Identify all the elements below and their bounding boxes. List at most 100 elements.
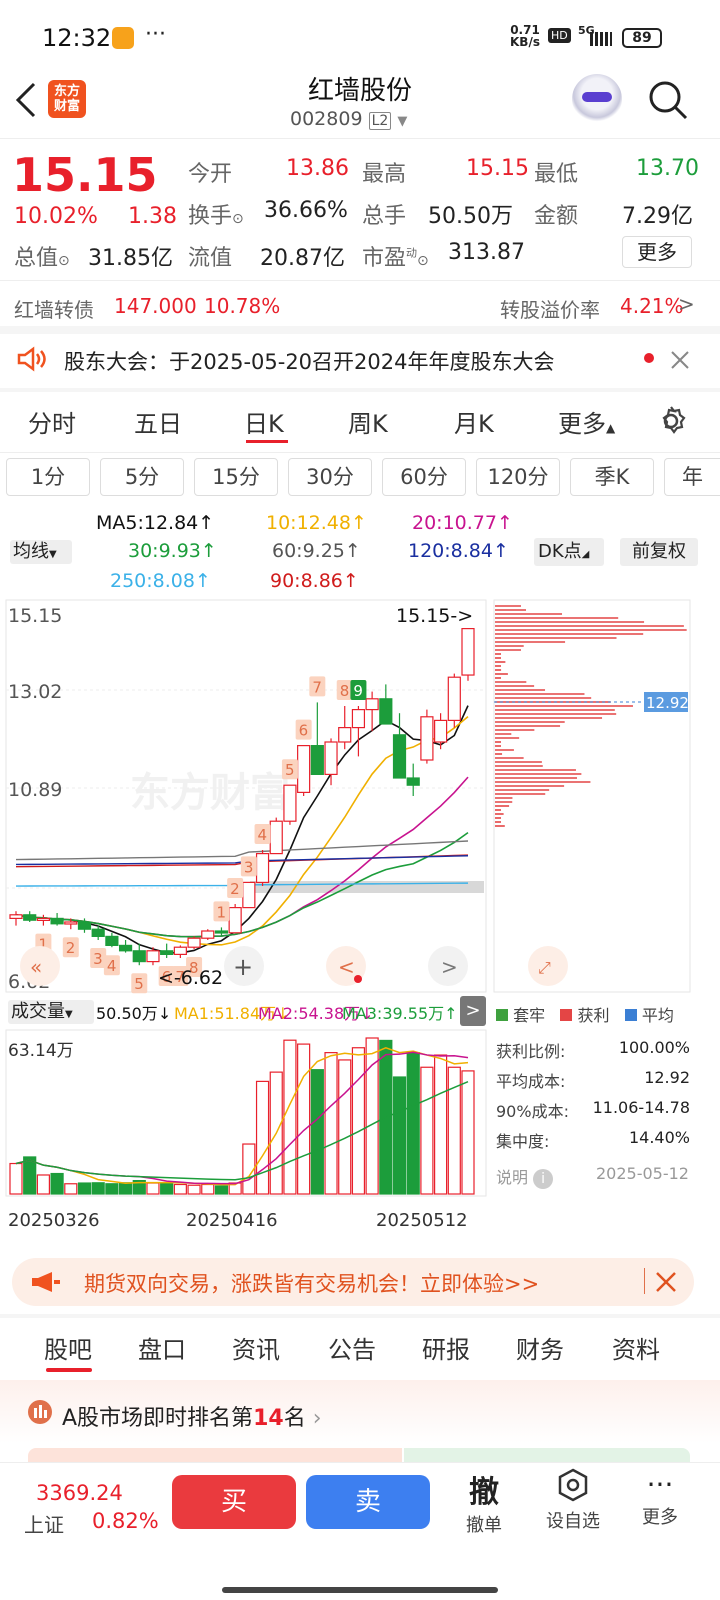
period-year[interactable]: 年 — [664, 458, 720, 496]
caret-down-icon: ▼ — [65, 1009, 73, 1020]
tab-orderbook[interactable]: 盘口 — [138, 1330, 186, 1365]
rank-card[interactable]: A股市场即时排名第14名 › — [0, 1380, 720, 1470]
ma5-value: MA5:12.84↑ — [96, 512, 215, 534]
candle-body — [338, 727, 352, 743]
sell-button[interactable]: 卖 — [306, 1475, 430, 1529]
date-mid: 20250416 — [186, 1210, 278, 1231]
collapse-chip-button[interactable]: > — [460, 996, 486, 1026]
signal-bars-icon — [590, 32, 612, 46]
info-icon[interactable]: ⊙ — [417, 253, 429, 269]
add-watchlist-button[interactable]: 设自选 — [538, 1467, 608, 1533]
volume-bar — [324, 1052, 338, 1195]
candle-body — [118, 944, 133, 952]
td-mark-number: 4 — [107, 957, 117, 975]
close-icon[interactable] — [670, 350, 690, 370]
volume-bar — [420, 1066, 434, 1195]
chip-90-cost: 11.06-14.78 — [592, 1098, 690, 1117]
tab-profile[interactable]: 资料 — [612, 1330, 660, 1365]
active-tab-indicator — [46, 1368, 92, 1372]
ma120-text: 120:8.84 — [408, 540, 493, 562]
more-label: 更多 — [642, 1507, 678, 1528]
cancel-label: 撤单 — [466, 1515, 502, 1536]
info-icon[interactable]: ⊙ — [58, 253, 70, 269]
next-button[interactable]: > — [428, 946, 468, 986]
robot-assistant-icon[interactable] — [572, 74, 622, 124]
low-label: 最低 — [534, 162, 579, 187]
more-menu-button[interactable]: ··· 更多 — [630, 1467, 690, 1529]
info-icon[interactable]: ⊙ — [232, 211, 244, 227]
amount-label: 金额 — [534, 204, 579, 229]
period-5min[interactable]: 5分 — [100, 458, 184, 496]
td-mark-number: 6 — [299, 722, 309, 740]
float-label: 流值 — [188, 246, 233, 271]
volume-bar — [434, 1054, 448, 1195]
tab-announcements[interactable]: 公告 — [328, 1330, 376, 1365]
add-indicator-button[interactable]: + — [224, 946, 264, 986]
ma90-value: 90:8.86↑ — [270, 570, 359, 592]
tab-five-day[interactable]: 五日 — [134, 404, 182, 439]
indicator-dropdown[interactable]: 成交量▼ — [8, 1000, 94, 1024]
tab-daily-k[interactable]: 日K — [244, 404, 284, 439]
td-mark-number: 9 — [353, 682, 363, 700]
period-1min[interactable]: 1分 — [6, 458, 90, 496]
svg-text:<: < — [338, 955, 355, 979]
tab-weekly-k[interactable]: 周K — [348, 404, 388, 439]
chip-note[interactable]: 说明 i — [496, 1164, 554, 1189]
more-button[interactable]: 更多 — [622, 236, 692, 268]
ad-banner[interactable]: 期货双向交易，涨跌皆有交易机会！立即体验>> — [12, 1258, 694, 1306]
tab-guba[interactable]: 股吧 — [44, 1330, 92, 1365]
volume-bar — [118, 1182, 133, 1195]
close-icon[interactable] — [654, 1270, 678, 1294]
bond-name[interactable]: 红墙转债 — [14, 294, 94, 323]
indicator-label: 成交量 — [11, 1001, 65, 1022]
period-15min[interactable]: 15分 — [194, 458, 278, 496]
prev-button[interactable]: < — [326, 946, 366, 986]
volume-bar — [9, 1162, 23, 1195]
buy-button[interactable]: 买 — [172, 1475, 296, 1529]
td-mark-number: 5 — [285, 761, 295, 779]
chevron-right-icon: › — [312, 1406, 322, 1431]
rank-text: A股市场即时排名第14名 › — [62, 1400, 322, 1432]
tab-research[interactable]: 研报 — [422, 1330, 470, 1365]
candle-body — [269, 820, 283, 855]
dk-point-toggle[interactable]: DK点◢ — [534, 538, 604, 566]
period-30min[interactable]: 30分 — [288, 458, 372, 496]
level-badge: L2 — [368, 112, 392, 130]
bottom-bar: 3369.24 上证 0.82% 买 卖 撤撤单 设自选 ··· 更多 — [0, 1462, 720, 1600]
candle-body — [105, 935, 119, 946]
avg-cost-text: 12.92 — [646, 694, 689, 712]
expand-icon[interactable]: ⤢ — [528, 946, 568, 986]
tab-monthly-k[interactable]: 月K — [454, 404, 494, 439]
period-120min[interactable]: 120分 — [476, 458, 560, 496]
period-60min[interactable]: 60分 — [382, 458, 466, 496]
adjust-type-button[interactable]: 前复权 — [620, 538, 698, 566]
kline-chart[interactable]: 东方财富 1 23 45 6 7 81234567 8 9 15.15 13.02 10.89… — [0, 598, 720, 1248]
candle-body — [310, 745, 324, 776]
settings-gear-icon[interactable] — [654, 404, 688, 438]
date-start: 20250326 — [8, 1210, 100, 1231]
notice-text[interactable]: 股东大会：于2025-05-20召开2024年年度股东大会 — [64, 346, 554, 376]
volume-bar — [297, 1043, 311, 1195]
stock-code[interactable]: 002809 L2 ▼ — [290, 108, 407, 130]
tab-finance[interactable]: 财务 — [516, 1330, 564, 1365]
tab-more-label: 更多 — [558, 410, 606, 438]
chevron-right-icon[interactable]: > — [678, 292, 695, 316]
chip-label-90-cost: 90%成本: — [496, 1102, 569, 1121]
period-quarter[interactable]: 季K — [570, 458, 654, 496]
volume-bar — [255, 1080, 270, 1195]
nav-left-button[interactable]: « — [20, 946, 60, 986]
cancel-order-button[interactable]: 撤撤单 — [452, 1467, 516, 1537]
tab-more[interactable]: 更多▲ — [558, 404, 615, 439]
index-value[interactable]: 3369.24 — [36, 1481, 123, 1505]
tab-intraday[interactable]: 分时 — [28, 404, 76, 439]
ma20-value: 20:10.77↑ — [412, 512, 513, 534]
search-icon[interactable] — [646, 78, 690, 122]
tab-news[interactable]: 资讯 — [232, 1330, 280, 1365]
volume-bar — [50, 1172, 64, 1195]
volume-bar — [201, 1183, 215, 1195]
ma-type-dropdown[interactable]: 均线▼ — [10, 540, 72, 564]
volume-bar — [105, 1183, 119, 1195]
net-speed: 0.71 KB/s — [510, 24, 540, 48]
y-tick-high: 15.15 — [8, 605, 62, 627]
more-notifications-icon: ··· — [145, 22, 166, 47]
